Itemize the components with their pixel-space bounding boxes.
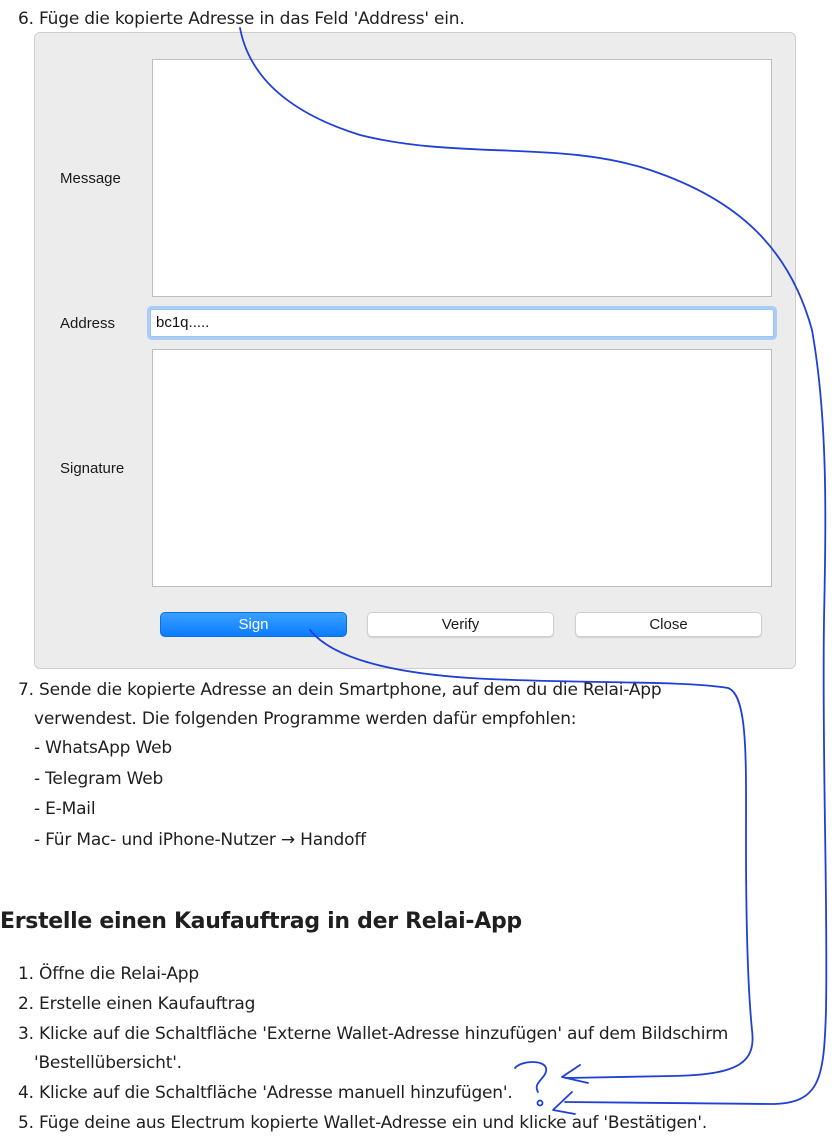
- instruction-page: 6. Füge die kopierte Adresse in das Feld…: [0, 0, 835, 1144]
- option-handoff: - Für Mac- und iPhone-Nutzer → Handoff: [34, 830, 366, 850]
- option-whatsapp: - WhatsApp Web: [34, 738, 172, 758]
- sign-button[interactable]: Sign: [160, 612, 347, 637]
- message-label: Message: [60, 170, 121, 187]
- verify-button[interactable]: Verify: [367, 612, 554, 637]
- address-input[interactable]: bc1q.....: [150, 309, 774, 337]
- section-heading: Erstelle einen Kaufauftrag in der Relai-…: [0, 909, 522, 934]
- ink-arrowhead-step4: [561, 1064, 589, 1084]
- signature-label: Signature: [60, 460, 125, 477]
- step-7-line-1: 7. Sende die kopierte Adresse an dein Sm…: [18, 680, 662, 700]
- step-6-text: 6. Füge die kopierte Adresse in das Feld…: [18, 9, 465, 29]
- step-3-text: 3. Klicke auf die Schaltfläche 'Externe …: [18, 1024, 729, 1044]
- message-textarea[interactable]: [152, 59, 772, 297]
- step-1-text: 1. Öffne die Relai-App: [18, 964, 199, 984]
- ink-question-dot: [536, 1099, 544, 1107]
- step-3-continued: 'Bestellübersicht'.: [34, 1053, 182, 1073]
- signature-textarea[interactable]: [152, 349, 772, 587]
- step-7-line-2: verwendest. Die folgenden Programme werd…: [34, 709, 577, 729]
- step-4-text: 4. Klicke auf die Schaltfläche 'Adresse …: [18, 1083, 513, 1103]
- option-email: - E-Mail: [34, 799, 96, 819]
- option-telegram: - Telegram Web: [34, 769, 164, 789]
- step-5-text: 5. Füge deine aus Electrum kopierte Wall…: [18, 1113, 708, 1133]
- address-label: Address: [60, 315, 116, 332]
- step-2-text: 2. Erstelle einen Kaufauftrag: [18, 994, 256, 1014]
- ink-question-mark: [514, 1061, 547, 1093]
- close-button[interactable]: Close: [575, 612, 762, 637]
- electrum-sign-verify-dialog: Message Address bc1q..... Signature Sign…: [34, 32, 796, 669]
